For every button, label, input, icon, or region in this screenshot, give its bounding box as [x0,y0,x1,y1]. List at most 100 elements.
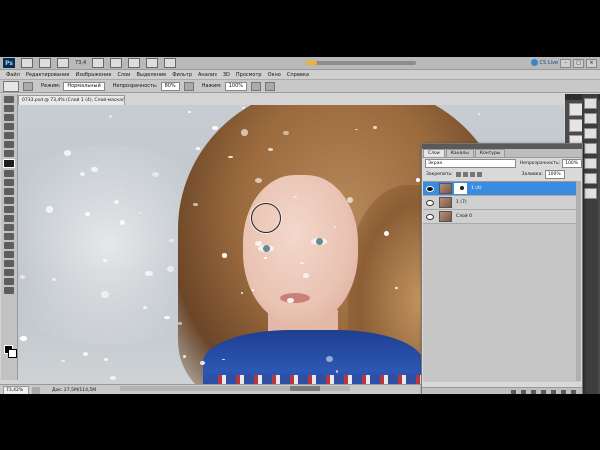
background-color-swatch[interactable] [8,349,17,358]
visibility-eye-icon[interactable] [426,199,434,206]
lock-position-icon[interactable] [469,172,475,177]
menu-help[interactable]: Справка [287,72,309,78]
layer-name[interactable]: 1 (4) [471,186,482,191]
opacity-field[interactable]: 80% [160,81,180,91]
character-panel-icon[interactable] [583,128,597,139]
airbrush-icon[interactable] [251,81,262,91]
quick-select-tool-icon[interactable] [4,123,14,130]
path-select-tool-icon[interactable] [4,242,14,249]
visibility-eye-icon[interactable] [426,213,434,220]
pressure-field[interactable]: 100% [224,81,248,91]
shape-tool-icon[interactable] [4,251,14,258]
blur-tool-icon[interactable] [4,206,14,213]
lock-transparency-icon[interactable] [455,172,461,177]
eraser-tool-icon[interactable] [4,188,14,195]
hand-tool-icon[interactable] [4,278,14,285]
minimize-button[interactable]: – [560,59,571,68]
layer-thumbnail[interactable] [439,183,452,194]
bridge-icon[interactable] [21,58,33,68]
zoom-tool-icon[interactable] [110,58,123,68]
brush-tool-icon[interactable] [3,159,15,168]
new-group-icon[interactable] [551,389,556,394]
brush-panel-icon[interactable] [583,98,597,109]
delete-layer-icon[interactable] [571,389,576,394]
zoom-tool-icon[interactable] [4,287,14,294]
navigator-panel-icon[interactable] [569,103,583,116]
layer-name[interactable]: Слой 0 [456,214,472,219]
layer-row[interactable]: 1 (4) [423,182,581,196]
layer-row[interactable]: Слой 0 [423,210,581,224]
pressure-opacity-icon[interactable] [183,81,194,91]
lock-all-icon[interactable] [476,172,482,177]
layers-panel-icon[interactable] [583,158,597,169]
brush-preset-icon[interactable] [3,80,19,92]
layer-row[interactable]: 1 (7) [423,196,581,210]
arrange-documents-icon[interactable] [146,58,159,68]
layers-scrollbar[interactable] [576,181,581,381]
brush-panel-icon[interactable] [23,81,33,91]
eyedropper-tool-icon[interactable] [4,141,14,148]
adjustment-layer-icon[interactable] [541,389,546,394]
menu-file[interactable]: Файл [6,72,20,78]
layer-thumbnail[interactable] [439,197,452,208]
blend-mode-select[interactable]: Экран [425,159,516,168]
paths-panel-icon[interactable] [583,188,597,199]
snowflake [267,148,274,151]
layer-style-icon[interactable] [521,389,526,394]
healing-tool-icon[interactable] [4,150,14,157]
visibility-eye-icon[interactable] [426,185,434,192]
layer-name[interactable]: 1 (7) [456,200,467,205]
menu-view[interactable]: Просмотр [236,72,262,78]
menu-image[interactable]: Изображение [75,72,111,78]
3d-rotate-tool-icon[interactable] [4,260,14,267]
screen-mode-icon[interactable] [164,58,177,68]
new-layer-icon[interactable] [561,389,566,394]
lock-pixels-icon[interactable] [462,172,468,177]
gradient-tool-icon[interactable] [4,197,14,204]
fill-field[interactable]: 100% [544,170,565,179]
menu-layers[interactable]: Слои [117,72,130,78]
pen-tool-icon[interactable] [4,224,14,231]
add-mask-icon[interactable] [531,389,536,394]
histogram-panel-icon[interactable] [569,119,583,132]
3d-camera-tool-icon[interactable] [4,269,14,276]
clone-source-panel-icon[interactable] [583,113,597,124]
dodge-tool-icon[interactable] [4,215,14,222]
maximize-button[interactable]: □ [573,59,584,68]
paragraph-panel-icon[interactable] [583,143,597,154]
move-tool-icon[interactable] [4,96,14,103]
mini-bridge-icon[interactable] [39,58,51,68]
clone-stamp-tool-icon[interactable] [4,170,14,177]
layer-opacity-field[interactable]: 100% [562,159,582,168]
type-tool-icon[interactable] [4,233,14,240]
status-zoom-field[interactable]: 73,42% [3,385,29,394]
tab-layers[interactable]: Слои [423,149,445,157]
zoom-level[interactable]: 73,4 [75,60,86,66]
menu-window[interactable]: Окно [268,72,281,78]
cs-live-button[interactable]: CS Live [530,59,558,66]
menu-analysis[interactable]: Анализ [198,72,217,78]
channels-panel-icon[interactable] [583,173,597,184]
crop-tool-icon[interactable] [4,132,14,139]
layer-mask-thumbnail[interactable] [454,183,467,194]
mode-select[interactable]: Нормальный [63,81,105,91]
menu-3d[interactable]: 3D [223,72,230,78]
menu-edit[interactable]: Редактирование [26,72,70,78]
marquee-tool-icon[interactable] [4,105,14,112]
view-extras-icon[interactable] [57,58,69,68]
status-info-icon[interactable] [32,386,40,394]
tab-paths[interactable]: Контуры [474,149,506,157]
close-button[interactable]: × [586,59,597,68]
layer-thumbnail[interactable] [439,211,452,222]
menu-select[interactable]: Выделение [136,72,166,78]
link-layers-icon[interactable] [511,389,516,394]
horizontal-scrollbar[interactable] [120,386,350,391]
lasso-tool-icon[interactable] [4,114,14,121]
hand-tool-icon[interactable] [92,58,105,68]
rotate-view-icon[interactable] [128,58,141,68]
history-brush-tool-icon[interactable] [4,179,14,186]
menu-filter[interactable]: Фильтр [172,72,192,78]
scrollbar-thumb[interactable] [290,386,320,391]
pressure-size-icon[interactable] [265,81,276,91]
tab-channels[interactable]: Каналы [445,149,474,157]
